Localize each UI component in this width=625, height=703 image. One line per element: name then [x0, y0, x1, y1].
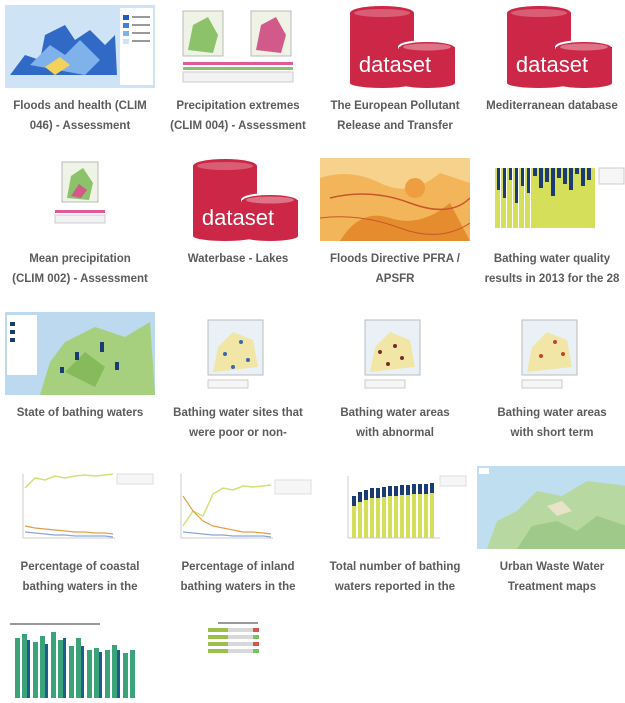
card-coastal-bathing[interactable]: Percentage of coastal bathing waters in …: [5, 466, 160, 597]
thumbnail-map-dots[interactable]: [477, 312, 625, 395]
card-title[interactable]: Mean precipitation (CLIM 002) - Assessme…: [5, 249, 155, 289]
thumbnail-map-europe[interactable]: [5, 5, 155, 88]
card-state-bathing-waters[interactable]: State of bathing waters: [5, 312, 160, 443]
thumbnail-orange-map[interactable]: [320, 158, 470, 241]
card-title[interactable]: Mediterranean database: [477, 96, 625, 136]
card-waterbase-lakes[interactable]: dataset Waterbase - Lakes: [163, 158, 318, 289]
card-title[interactable]: Bathing water areas with abnormal: [320, 403, 470, 443]
thumbnail-line-chart[interactable]: [163, 466, 313, 549]
card-title[interactable]: Bathing water sites that were poor or no…: [163, 403, 313, 443]
card-mediterranean-database[interactable]: dataset Mediterranean database: [477, 5, 625, 136]
card-title[interactable]: Floods and health (CLIM 046) - Assessmen…: [5, 96, 155, 136]
card-title[interactable]: Floods Directive PFRA / APSFR: [320, 249, 470, 289]
dataset-label: dataset: [202, 205, 274, 230]
card-inland-bathing[interactable]: Percentage of inland bathing waters in t…: [163, 466, 318, 597]
card-title[interactable]: Total number of bathing waters reported …: [320, 557, 470, 597]
thumbnail-green-map[interactable]: [5, 312, 155, 395]
thumbnail-grid-maps[interactable]: [163, 5, 313, 88]
card-title[interactable]: Bathing water areas with short term: [477, 403, 625, 443]
card-row5-table[interactable]: [163, 620, 318, 703]
card-bathing-abnormal[interactable]: Bathing water areas with abnormal: [320, 312, 475, 443]
thumbnail-bar-chart[interactable]: [320, 466, 470, 549]
card-title[interactable]: State of bathing waters: [5, 403, 155, 443]
card-european-pollutant[interactable]: dataset The European Pollutant Release a…: [320, 5, 475, 136]
card-bathing-poor[interactable]: Bathing water sites that were poor or no…: [163, 312, 318, 443]
thumbnail-green-bars[interactable]: [5, 620, 155, 703]
dataset-label: dataset: [359, 52, 431, 77]
card-precipitation-extremes[interactable]: Precipitation extremes (CLIM 004) - Asse…: [163, 5, 318, 136]
thumbnail-table-chart[interactable]: [163, 620, 313, 703]
card-title[interactable]: Percentage of inland bathing waters in t…: [163, 557, 313, 597]
card-row5-bar-chart[interactable]: [5, 620, 160, 703]
card-title[interactable]: Bathing water quality results in 2013 fo…: [477, 249, 625, 289]
thumbnail-line-chart[interactable]: [5, 466, 155, 549]
thumbnail-stacked-bars[interactable]: [477, 158, 625, 241]
thumbnail-terrain-map[interactable]: [477, 466, 625, 549]
thumbnail-map-small[interactable]: [5, 158, 155, 241]
catalog-grid: Floods and health (CLIM 046) - Assessmen…: [0, 0, 625, 703]
card-total-bathing[interactable]: Total number of bathing waters reported …: [320, 466, 475, 597]
card-floods-directive[interactable]: Floods Directive PFRA / APSFR: [320, 158, 475, 289]
card-bathing-short-term[interactable]: Bathing water areas with short term: [477, 312, 625, 443]
card-bathing-quality-2013[interactable]: Bathing water quality results in 2013 fo…: [477, 158, 625, 289]
card-mean-precipitation[interactable]: Mean precipitation (CLIM 002) - Assessme…: [5, 158, 160, 289]
thumbnail-dataset[interactable]: dataset: [163, 158, 313, 241]
card-floods-health[interactable]: Floods and health (CLIM 046) - Assessmen…: [5, 5, 160, 136]
card-title[interactable]: The European Pollutant Release and Trans…: [320, 96, 470, 136]
thumbnail-map-dots[interactable]: [163, 312, 313, 395]
thumbnail-map-dots[interactable]: [320, 312, 470, 395]
thumbnail-dataset[interactable]: dataset: [477, 5, 625, 88]
thumbnail-dataset[interactable]: dataset: [320, 5, 470, 88]
card-title[interactable]: Waterbase - Lakes: [163, 249, 313, 289]
card-title[interactable]: Percentage of coastal bathing waters in …: [5, 557, 155, 597]
dataset-label: dataset: [516, 52, 588, 77]
card-urban-waste-water[interactable]: Urban Waste Water Treatment maps: [477, 466, 625, 597]
card-title[interactable]: Urban Waste Water Treatment maps: [477, 557, 625, 597]
card-title[interactable]: Precipitation extremes (CLIM 004) - Asse…: [163, 96, 313, 136]
